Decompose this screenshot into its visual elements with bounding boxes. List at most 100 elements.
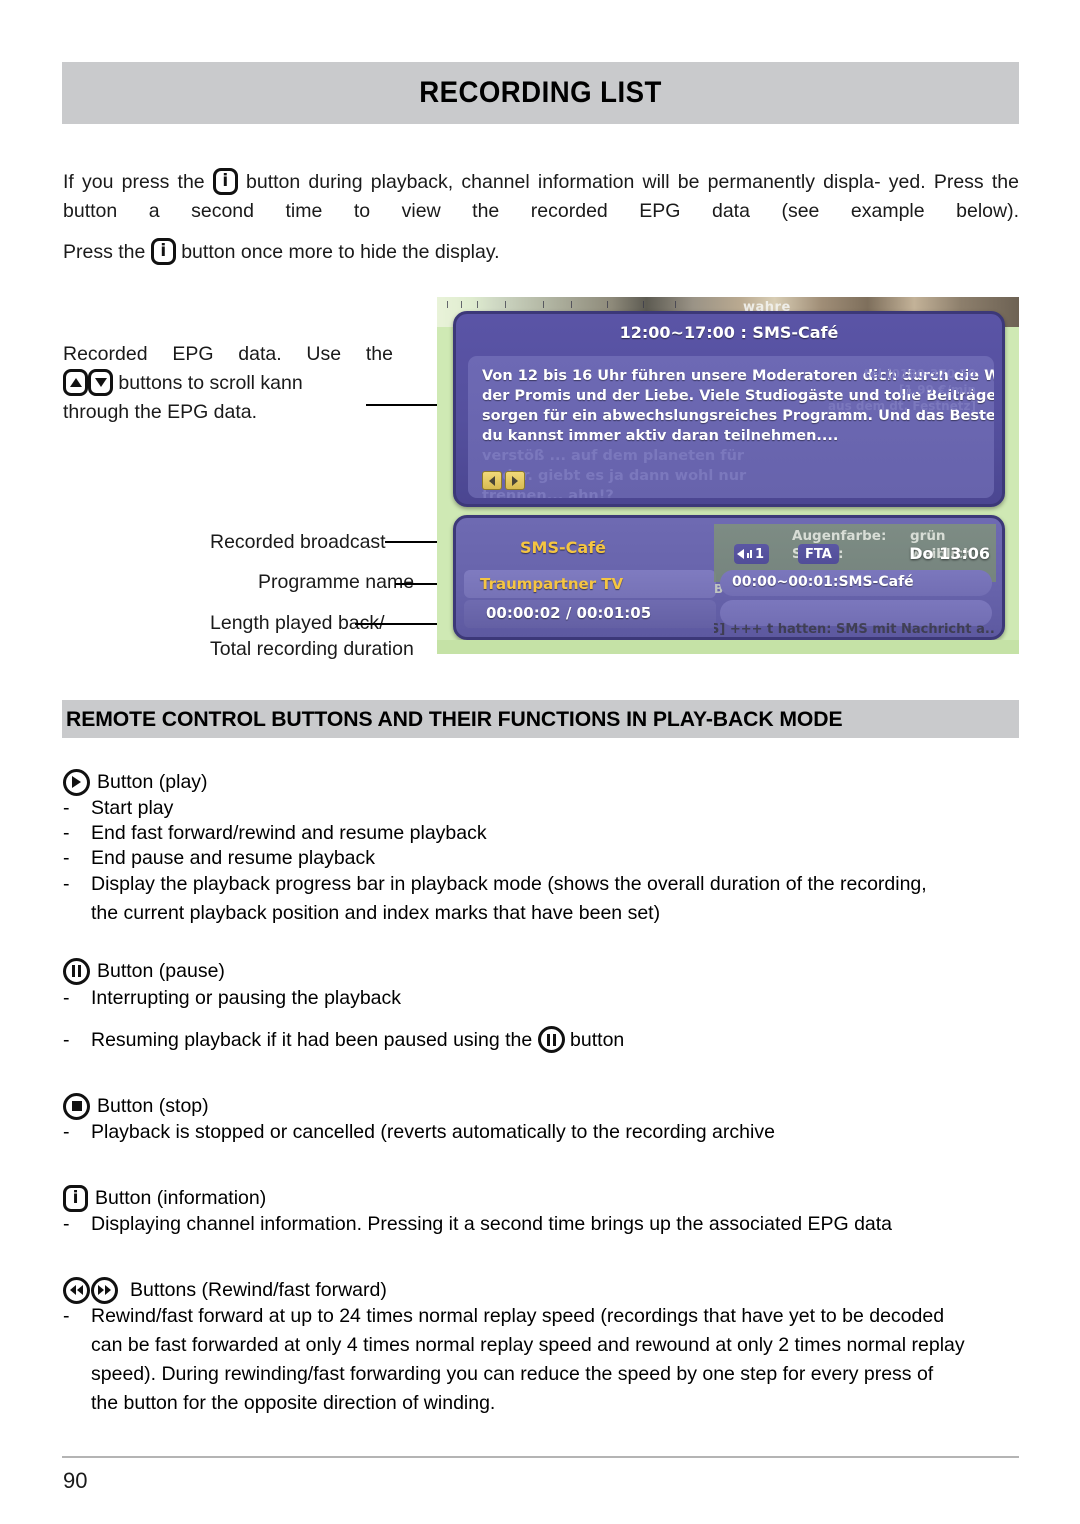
osd-info-left: SMS-Café Traumpartner TV 00:00:02 / 00:0… — [464, 526, 720, 632]
annotation-recorded-broadcast-label: Recorded broadcast — [210, 531, 386, 553]
bullet-dash: - — [63, 1305, 70, 1327]
annotation-length-played-back: Length played back/ Total recording dura… — [210, 610, 414, 662]
speaker-icon — [737, 549, 744, 559]
remote-pause-item-resume-text: Resuming playback if it had been paused … — [91, 1026, 963, 1055]
rewind-circle-icon — [63, 1276, 90, 1304]
osd-fta-badge: FTA — [798, 544, 839, 564]
bullet-dash: - — [63, 987, 70, 1009]
arrow-up-button-icon — [63, 369, 88, 396]
section-heading-bar: REMOTE CONTROL BUTTONS AND THEIR FUNCTIO… — [62, 700, 1019, 738]
osd-volume-value: 1 — [755, 546, 765, 562]
intro-p2-text-b: button once more to hide the display. — [175, 241, 500, 263]
annotation-epg-line2: buttons to scroll kann — [113, 372, 303, 394]
osd-volume-indicator: 1 — [734, 544, 770, 564]
remote-pause-item-resume: - Resuming playback if it had been pause… — [63, 1026, 963, 1055]
intro-p1-text-b: button during playback, channel informat… — [237, 171, 881, 193]
epg-page-nav[interactable] — [482, 471, 525, 490]
epg-faded-right-line: tel (0180-370 50 — [864, 367, 976, 381]
arrow-right-icon[interactable] — [505, 471, 525, 490]
bullet-dash: - — [63, 1121, 70, 1143]
intro-p1-text-a: If you press the — [63, 171, 213, 193]
arrow-left-icon[interactable] — [482, 471, 502, 490]
stop-circle-icon — [63, 1092, 90, 1120]
epg-faded-line: ander. giebt es ja dann wohl nur — [482, 468, 747, 484]
remote-play-item-long-line2: the current playback position and index … — [91, 902, 661, 924]
speaker-bars-icon — [747, 550, 752, 558]
osd-playback-time-box: 00:00:02 / 00:01:05 — [464, 600, 716, 628]
remote-rewind-ff-line1: Rewind/fast forward at up to 24 times no… — [91, 1305, 945, 1327]
remote-pause-heading: Button (pause) — [63, 957, 225, 985]
remote-pause-resume-a: Resuming playback if it had been paused … — [91, 1029, 538, 1051]
arrow-down-button-icon — [88, 369, 113, 396]
osd-programme-name: Traumpartner TV — [480, 575, 624, 593]
intro-paragraph-1: If you press the i button during playbac… — [63, 168, 1019, 226]
page-number: 90 — [63, 1468, 88, 1493]
document-page: RECORDING LIST If you press the i button… — [0, 0, 1080, 1524]
remote-play-item: - End pause and resume playback — [63, 844, 963, 873]
epg-desc-line: du kannst immer aktiv daran teilnehmen..… — [482, 428, 839, 444]
osd-programme-box: Traumpartner TV — [464, 570, 716, 598]
osd-clock: Do 13:06 — [909, 544, 990, 563]
info-button-icon: i — [150, 238, 176, 265]
bullet-dash: - — [63, 873, 70, 895]
remote-rewind-ff-line3: speed). During rewinding/fast forwarding… — [91, 1363, 934, 1385]
osd-info-banner: SMS-Café Traumpartner TV 00:00:02 / 00:0… — [453, 515, 1005, 640]
fast-forward-circle-icon — [91, 1276, 118, 1304]
annotation-length-line2: Total recording duration — [210, 638, 414, 660]
bullet-dash: - — [63, 1029, 70, 1051]
tv-bottom-edge — [437, 640, 1019, 654]
osd-epg-header: 12:00~17:00 : SMS-Café — [619, 323, 839, 342]
remote-pause-resume-b: button — [564, 1029, 625, 1051]
annotation-programme-name: Programme name — [258, 568, 414, 597]
remote-rewind-ff-line4: the button for the opposite direction of… — [91, 1392, 496, 1414]
annotation-epg-line2-row: buttons to scroll kann — [63, 369, 393, 398]
remote-info-item-text: Displaying channel information. Pressing… — [91, 1213, 893, 1235]
page-title-bar: RECORDING LIST — [62, 62, 1019, 124]
remote-rewind-ff-heading: Buttons (Rewind/fast forward) — [63, 1276, 387, 1304]
remote-info-heading: i Button (information) — [63, 1184, 266, 1212]
info-button-icon: i — [212, 168, 238, 195]
remote-pause-item: - Interrupting or pausing the playback — [63, 984, 963, 1013]
osd-epg-description: Von 12 bis 16 Uhr führen unsere Moderato… — [468, 356, 994, 498]
remote-stop-label: Button (stop) — [97, 1095, 209, 1117]
epg-faded-right-line: [1,99 €/min — [898, 383, 976, 397]
osd-ghost-bottom-text: S] +++ t hatten: SMS mit Nachricht a... — [714, 622, 996, 636]
remote-rewind-ff-line2: can be fast forwarded at only 4 times no… — [91, 1334, 965, 1356]
osd-epg-now-text: 00:00~00:01:SMS-Café — [732, 574, 914, 590]
annotation-epg-line1: Recorded EPG data. Use the — [63, 343, 393, 365]
remote-pause-label: Button (pause) — [97, 960, 225, 982]
osd-ghost-value: grün — [910, 528, 946, 544]
annotation-programme-name-label: Programme name — [258, 571, 415, 593]
osd-channel-name: SMS-Café — [520, 538, 606, 557]
annotation-epg-data: Recorded EPG data. Use the buttons to sc… — [63, 340, 393, 427]
osd-epg-now-bar: 00:00~00:01:SMS-Café — [720, 570, 992, 596]
remote-stop-item: - Playback is stopped or cancelled (reve… — [63, 1118, 963, 1147]
osd-playback-time: 00:00:02 / 00:01:05 — [486, 604, 652, 622]
bullet-dash: - — [63, 847, 70, 869]
osd-info-right: Augenfarbe: grün Suche: weiblich Beruf: … — [714, 524, 996, 636]
pause-circle-icon — [63, 957, 90, 985]
remote-play-item-long: - Display the playback progress bar in p… — [63, 870, 1019, 928]
remote-rewind-ff-label: Buttons (Rewind/fast forward) — [130, 1279, 387, 1301]
play-circle-icon — [63, 768, 90, 796]
annotation-recorded-broadcast: Recorded broadcast — [210, 528, 386, 557]
tv-screenshot: wahre 12:00~17:00 : SMS-Café Von 12 bis … — [437, 297, 1019, 654]
info-button-icon: i — [63, 1184, 88, 1212]
footer-divider — [62, 1456, 1019, 1458]
intro-p2-text-a: Press the — [63, 241, 151, 263]
epg-faded-right-block: tel (0180-370 50 [1,99 €/min aus dem dt.… — [826, 366, 976, 414]
osd-epg-panel: 12:00~17:00 : SMS-Café Von 12 bis 16 Uhr… — [453, 311, 1005, 507]
remote-play-item-text: End pause and resume playback — [91, 847, 376, 869]
remote-info-item: - Displaying channel information. Pressi… — [63, 1210, 1019, 1239]
epg-faded-line: verstöß ... auf dem planeten für — [482, 448, 745, 464]
remote-play-heading: Button (play) — [63, 768, 208, 796]
page-title: RECORDING LIST — [419, 76, 662, 109]
remote-rewind-ff-item: - Rewind/fast forward at up to 24 times … — [63, 1302, 1019, 1418]
epg-faded-right-line: aus dem dt. Festnetz] — [827, 399, 976, 413]
bullet-dash: - — [63, 1213, 70, 1235]
remote-play-label: Button (play) — [97, 771, 208, 793]
remote-info-label: Button (information) — [95, 1187, 267, 1209]
remote-stop-item-text: Playback is stopped or cancelled (revert… — [91, 1121, 775, 1143]
epg-faded-line: trennen... ahn!? — [482, 488, 614, 498]
intro-paragraph-2: Press the i button once more to hide the… — [63, 238, 1019, 267]
